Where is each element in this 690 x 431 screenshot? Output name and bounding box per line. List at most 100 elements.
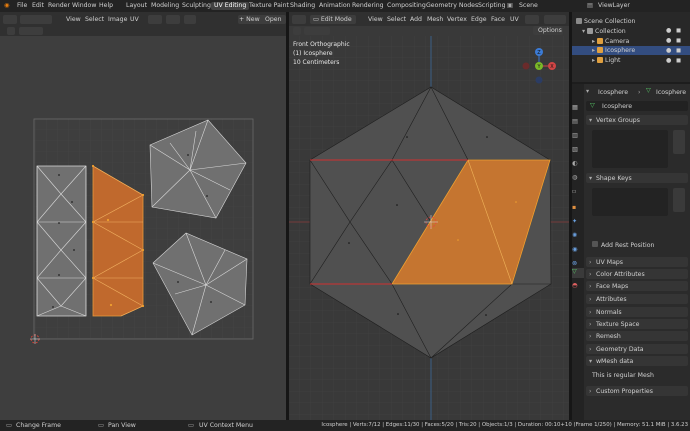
3d-viewport[interactable]: Front Orthographic (1) Icosphere 10 Cent…	[289, 36, 569, 420]
tab-modeling[interactable]: Modeling	[151, 2, 179, 10]
mesh-data-icon: ▽	[646, 87, 651, 94]
pin-icon[interactable]: ▾	[586, 88, 589, 95]
viewport-editor-type-icon[interactable]	[292, 15, 306, 24]
outliner-item-collection[interactable]: ▾ Collection	[582, 27, 690, 36]
tab-scripting[interactable]: Scripting	[478, 2, 506, 10]
particles-tab-icon[interactable]: ✺	[572, 232, 584, 242]
navigation-gizmo[interactable]: Z Y X	[519, 46, 559, 86]
tab-geometry-nodes[interactable]: Geometry Nodes	[426, 2, 478, 10]
camera-toggle-icon[interactable]: ◼	[676, 27, 681, 34]
vertex-groups-list[interactable]	[592, 130, 668, 168]
pivot-point-icon[interactable]	[544, 15, 566, 24]
tab-texture-paint[interactable]: Texture Paint	[249, 2, 289, 10]
outliner-item-scene-collection[interactable]: Scene Collection	[576, 17, 690, 26]
tool-icon[interactable]	[7, 27, 15, 35]
eye-icon[interactable]: ●	[666, 57, 671, 64]
image-browse-icon[interactable]	[184, 15, 196, 24]
camera-toggle-icon[interactable]: ◼	[676, 47, 681, 54]
mesh-data-tab-icon[interactable]: ▽	[572, 268, 584, 278]
view-layer-tab-icon[interactable]: ▧	[572, 146, 584, 156]
menu-render[interactable]: Render	[48, 2, 70, 10]
panel-geometry-data[interactable]: › Geometry Data	[586, 344, 688, 354]
vp-menu-mesh[interactable]: Mesh	[427, 16, 443, 23]
proportional-edit-icon[interactable]	[166, 15, 180, 24]
menu-window[interactable]: Window	[72, 2, 96, 10]
panel-color-attributes[interactable]: › Color Attributes	[586, 269, 688, 279]
panel-uv-maps[interactable]: › UV Maps	[586, 257, 688, 267]
tool-tab-icon[interactable]: ▦	[572, 104, 584, 114]
tab-layout[interactable]: Layout	[126, 2, 147, 10]
tab-compositing[interactable]: Compositing	[387, 2, 426, 10]
output-tab-icon[interactable]: ▥	[572, 132, 584, 142]
uv-select-mode-icon[interactable]	[20, 15, 52, 24]
blender-logo-icon[interactable]: ◉	[4, 2, 9, 10]
panel-normals[interactable]: › Normals	[586, 307, 688, 317]
vp-menu-vertex[interactable]: Vertex	[447, 16, 467, 23]
panel-wmesh-data[interactable]: ▾ wMesh data	[586, 356, 688, 366]
mesh-name-field[interactable]: ▽ Icosphere	[586, 101, 688, 111]
object-tab-icon[interactable]: ▪	[572, 204, 584, 214]
tab-rendering[interactable]: Rendering	[352, 2, 384, 10]
add-remove-buttons[interactable]	[673, 130, 685, 154]
vp-menu-uv[interactable]: UV	[510, 16, 519, 23]
mouse-left-icon: ▭	[6, 422, 12, 429]
panel-vertex-groups[interactable]: ▾ Vertex Groups	[586, 115, 688, 125]
scene-name[interactable]: Scene	[519, 2, 538, 10]
shape-keys-list[interactable]	[592, 188, 668, 216]
chevron-right-icon[interactable]: ▸	[592, 47, 595, 54]
panel-shape-keys[interactable]: ▾ Shape Keys	[586, 173, 688, 183]
tab-sculpting[interactable]: Sculpting	[182, 2, 211, 10]
modifier-tab-icon[interactable]: ✦	[572, 218, 584, 228]
outliner-item-icosphere[interactable]: ▸ Icosphere	[572, 46, 690, 55]
physics-tab-icon[interactable]: ◉	[572, 246, 584, 256]
panel-attributes[interactable]: › Attributes	[586, 294, 688, 304]
vp-select-mode-buttons[interactable]	[304, 27, 330, 35]
panel-custom-properties[interactable]: › Custom Properties	[586, 386, 688, 396]
vp-menu-add[interactable]: Add	[410, 16, 422, 23]
camera-icon	[597, 38, 604, 44]
tab-shading[interactable]: Shading	[290, 2, 315, 10]
menu-help[interactable]: Help	[99, 2, 113, 10]
tab-animation[interactable]: Animation	[319, 2, 351, 10]
menu-edit[interactable]: Edit	[32, 2, 44, 10]
snap-icon[interactable]	[148, 15, 162, 24]
panel-remesh[interactable]: › Remesh	[586, 331, 688, 341]
panel-face-maps[interactable]: › Face Maps	[586, 281, 688, 291]
scene-tab-icon[interactable]: ◐	[572, 160, 584, 170]
transform-orientation-icon[interactable]	[525, 15, 539, 24]
eye-icon[interactable]: ●	[666, 27, 671, 34]
shape-key-buttons[interactable]	[673, 188, 685, 212]
open-image-button[interactable]: Open	[265, 16, 282, 23]
select-mode-buttons[interactable]	[19, 27, 43, 35]
vp-menu-view[interactable]: View	[368, 16, 383, 23]
camera-toggle-icon[interactable]: ◼	[676, 37, 681, 44]
eye-icon[interactable]: ●	[666, 37, 671, 44]
editor-type-icon[interactable]	[3, 15, 17, 24]
vp-menu-edge[interactable]: Edge	[471, 16, 487, 23]
uv-menu-uv[interactable]: UV	[130, 16, 139, 23]
chevron-right-icon[interactable]: ▸	[592, 38, 595, 45]
uv-menu-select[interactable]: Select	[85, 16, 104, 23]
view-layer-icon[interactable]: ▤	[587, 2, 593, 10]
uv-menu-image[interactable]: Image	[108, 16, 127, 23]
camera-toggle-icon[interactable]: ◼	[676, 57, 681, 64]
panel-texture-space[interactable]: › Texture Space	[586, 319, 688, 329]
add-rest-position-checkbox[interactable]	[592, 241, 598, 247]
view-layer-name[interactable]: ViewLayer	[598, 2, 630, 10]
menu-file[interactable]: File	[17, 2, 27, 10]
uv-menu-view[interactable]: View	[66, 16, 81, 23]
collection-tab-icon[interactable]: ▫	[572, 188, 584, 198]
tab-uv-editing[interactable]: UV Editing	[211, 2, 250, 10]
chevron-right-icon[interactable]: ▸	[592, 57, 595, 64]
material-tab-icon[interactable]: ◓	[572, 282, 584, 292]
scene-icon[interactable]: ▣	[507, 2, 513, 10]
eye-icon[interactable]: ●	[666, 47, 671, 54]
chevron-down-icon[interactable]: ▾	[582, 28, 585, 35]
vp-menu-select[interactable]: Select	[387, 16, 406, 23]
uv-editor-canvas[interactable]	[0, 36, 286, 420]
render-tab-icon[interactable]: ▤	[572, 118, 584, 128]
vp-tool-icon[interactable]	[293, 27, 301, 35]
world-tab-icon[interactable]: ◍	[572, 174, 584, 184]
vp-menu-face[interactable]: Face	[491, 16, 505, 23]
new-image-button[interactable]: + New	[239, 16, 260, 23]
